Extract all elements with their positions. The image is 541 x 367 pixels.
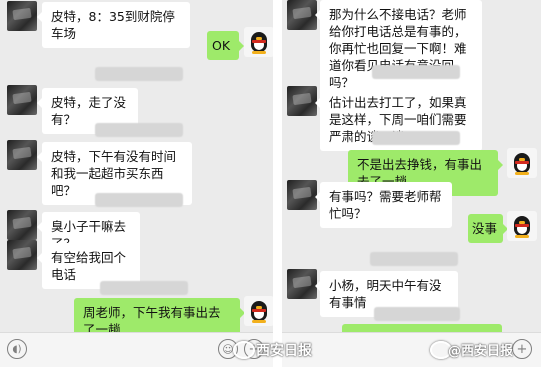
qq-penguin-avatar-icon[interactable] [507,148,537,178]
plus-icon[interactable]: + [512,339,532,359]
weibo-logo-icon [233,341,255,359]
contact-avatar-icon[interactable] [287,86,317,116]
message-incoming: 有事吗？需要老师帮忙吗？ [315,182,452,228]
message-incoming: 那为什么不接电话？老师给你打电话总是有事的，你再忙也回复一下啊！难道你看见电话有… [315,0,482,97]
timestamp [372,131,460,145]
timestamp [374,307,460,321]
message-outgoing: 没事 [468,214,508,243]
watermark: @西安日报 [448,344,514,359]
contact-avatar-icon[interactable] [7,240,37,270]
contact-avatar-icon[interactable] [287,0,317,30]
timestamp [372,65,460,79]
contact-avatar-icon[interactable] [7,210,37,240]
timestamp [95,123,183,137]
timestamp [100,281,188,295]
timestamp [95,67,183,81]
message-outgoing: OK [207,31,244,60]
contact-avatar-icon[interactable] [7,140,37,170]
contact-avatar-icon[interactable] [287,269,317,299]
message-incoming: 皮特，8：35到财院停车场 [37,2,190,48]
qq-penguin-avatar-icon[interactable] [507,211,537,241]
qq-penguin-avatar-icon[interactable] [244,27,273,57]
contact-avatar-icon[interactable] [7,1,37,31]
left-chat-panel: 皮特，8：35到财院停车场 OK 皮特，走了没有？ 皮特，下午有没有时间和我一起… [0,0,273,367]
timestamp [370,252,458,266]
right-chat-panel: 那为什么不接电话？老师给你打电话总是有事的，你再忙也回复一下啊！难道你看见电话有… [282,0,541,367]
timestamp [95,193,183,207]
watermark: 西安日报 [256,343,312,359]
voice-icon[interactable]: ◖) [7,339,27,359]
qq-penguin-avatar-icon[interactable] [244,296,273,326]
contact-avatar-icon[interactable] [287,180,317,210]
contact-avatar-icon[interactable] [7,85,37,115]
